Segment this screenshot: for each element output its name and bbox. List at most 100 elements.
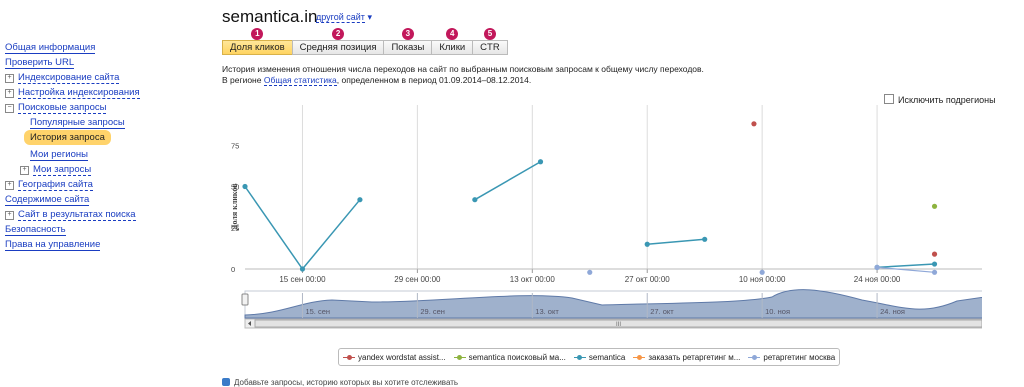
collapse-icon[interactable]: − bbox=[5, 104, 14, 113]
sidebar-item-label[interactable]: Популярные запросы bbox=[30, 117, 125, 129]
navigator-tick-label: 27. окт bbox=[650, 307, 674, 316]
sidebar-item[interactable]: Общая информация bbox=[5, 40, 96, 54]
sidebar-item[interactable]: + Индексирование сайта bbox=[5, 70, 120, 84]
sidebar-item-label[interactable]: География сайта bbox=[18, 179, 93, 191]
footer-note: Добавьте запросы, историю которых вы хот… bbox=[222, 378, 458, 387]
tab-badge: 2 bbox=[332, 28, 345, 40]
sidebar-item[interactable]: Содержимое сайта bbox=[5, 192, 90, 206]
sidebar-item[interactable]: История запроса bbox=[24, 130, 111, 145]
tab-label: CTR bbox=[480, 42, 500, 53]
data-point[interactable] bbox=[931, 261, 938, 267]
sidebar-item-label[interactable]: Безопасность bbox=[5, 224, 66, 236]
legend-label: semantica bbox=[588, 352, 626, 362]
sidebar-item-label[interactable]: Настройка индексирования bbox=[18, 87, 140, 99]
navigator-handle[interactable] bbox=[241, 293, 249, 306]
sidebar-item[interactable]: + Мои запросы bbox=[20, 162, 92, 176]
data-point[interactable] bbox=[751, 121, 757, 127]
data-point[interactable] bbox=[644, 241, 650, 247]
data-point[interactable] bbox=[357, 197, 363, 203]
sidebar-item-label[interactable]: Проверить URL bbox=[5, 57, 75, 69]
sidebar-item[interactable]: − Поисковые запросы bbox=[5, 100, 107, 114]
expand-icon[interactable]: + bbox=[5, 181, 14, 190]
expand-icon[interactable]: + bbox=[5, 74, 14, 83]
chevron-down-icon: ▾ bbox=[367, 12, 372, 22]
expand-icon[interactable]: + bbox=[5, 89, 14, 98]
tab-3[interactable]: 3 Показы bbox=[383, 28, 433, 55]
legend-item[interactable]: semantica поисковый ма... bbox=[453, 353, 566, 362]
data-point[interactable] bbox=[537, 159, 544, 165]
expand-icon[interactable]: + bbox=[5, 211, 14, 220]
other-site-label[interactable]: другой сайт bbox=[316, 12, 365, 23]
sidebar-item-label[interactable]: Сайт в результатах поиска bbox=[18, 209, 136, 221]
description-suffix: , определенном в период 01.09.2014–08.12… bbox=[336, 75, 532, 85]
data-point[interactable] bbox=[874, 264, 880, 270]
sidebar-item-label[interactable]: История запроса bbox=[24, 130, 111, 145]
x-tick-label: 24 ноя 00:00 bbox=[854, 275, 901, 284]
sidebar-item[interactable]: Мои регионы bbox=[30, 147, 88, 161]
tab-label: Показы bbox=[391, 42, 425, 53]
sidebar-item-label[interactable]: Мои запросы bbox=[33, 164, 92, 176]
site-title: semantica.in bbox=[222, 7, 318, 26]
sidebar-item-label[interactable]: Индексирование сайта bbox=[18, 72, 120, 84]
tab-label: Клики bbox=[439, 42, 466, 53]
chart-legend: yandex wordstat assist... semantica поиск… bbox=[338, 348, 841, 366]
tab-label: Доля кликов bbox=[230, 42, 285, 53]
tab-5[interactable]: 5 CTR bbox=[472, 28, 508, 55]
x-tick-label: 13 окт 00:00 bbox=[510, 275, 556, 284]
legend-item[interactable]: заказать ретаргетинг м... bbox=[633, 353, 740, 362]
exclude-subregions-checkbox[interactable]: Исключить подрегионы bbox=[884, 94, 996, 105]
y-axis-label: Доля кликов bbox=[230, 183, 239, 230]
legend-swatch-icon bbox=[748, 353, 761, 361]
checkbox-icon[interactable] bbox=[884, 94, 894, 104]
data-point[interactable] bbox=[931, 251, 938, 257]
legend-swatch-icon bbox=[453, 353, 466, 361]
sidebar-item[interactable]: Проверить URL bbox=[5, 55, 75, 69]
sidebar-item[interactable]: + География сайта bbox=[5, 177, 93, 191]
tab-badge: 1 bbox=[251, 28, 264, 40]
series-line bbox=[647, 238, 705, 245]
metric-tabs: 1 Доля кликов 2 Средняя позиция 3 Показы 4 Клик… bbox=[222, 28, 508, 55]
x-tick-label: 15 сен 00:00 bbox=[279, 275, 326, 284]
sidebar-item-label[interactable]: Содержимое сайта bbox=[5, 194, 90, 206]
scroll-grip-icon: III bbox=[616, 322, 621, 328]
tab-4[interactable]: 4 Клики bbox=[431, 28, 474, 55]
region-link[interactable]: Общая статистика bbox=[263, 75, 337, 86]
legend-label: yandex wordstat assist... bbox=[358, 352, 446, 362]
series-line bbox=[474, 161, 541, 201]
tab-1[interactable]: 1 Доля кликов bbox=[222, 28, 293, 55]
data-point[interactable] bbox=[587, 269, 593, 275]
navigator-tick-label: 10. ноя bbox=[765, 307, 790, 316]
expand-icon[interactable]: + bbox=[20, 166, 29, 175]
sidebar-item[interactable]: Безопасность bbox=[5, 222, 66, 236]
footer-note-text: Добавьте запросы, историю которых вы хот… bbox=[234, 378, 459, 387]
legend-item[interactable]: semantica bbox=[573, 352, 626, 362]
tab-label: Средняя позиция bbox=[299, 42, 377, 53]
other-site-dropdown[interactable]: другой сайт ▾ bbox=[316, 12, 372, 23]
sidebar-item[interactable]: + Настройка индексирования bbox=[5, 85, 140, 99]
description-line-1: История изменения отношения числа перехо… bbox=[222, 64, 704, 74]
legend-item[interactable]: ретаргетинг москва bbox=[748, 353, 835, 362]
data-point[interactable] bbox=[472, 197, 478, 203]
legend-item[interactable]: yandex wordstat assist... bbox=[343, 353, 446, 362]
legend-swatch-icon bbox=[573, 353, 586, 361]
sidebar-item-label[interactable]: Права на управление bbox=[5, 239, 101, 251]
tab-2[interactable]: 2 Средняя позиция bbox=[291, 28, 385, 55]
sidebar-item[interactable]: + Сайт в результатах поиска bbox=[5, 207, 136, 221]
tab-badge: 4 bbox=[446, 28, 459, 40]
sidebar-item-label[interactable]: Поисковые запросы bbox=[18, 102, 107, 114]
data-point[interactable] bbox=[299, 266, 306, 272]
sidebar-item-label[interactable]: Мои регионы bbox=[30, 149, 88, 161]
data-point[interactable] bbox=[931, 269, 938, 275]
y-tick-label: 75 bbox=[231, 141, 239, 150]
sidebar-item-label[interactable]: Общая информация bbox=[5, 42, 96, 54]
x-tick-label: 29 сен 00:00 bbox=[394, 275, 441, 284]
sidebar-item[interactable]: Популярные запросы bbox=[30, 115, 125, 129]
data-point[interactable] bbox=[931, 203, 938, 209]
legend-label: ретаргетинг москва bbox=[763, 352, 836, 362]
data-point[interactable] bbox=[759, 269, 765, 275]
sidebar-item[interactable]: Права на управление bbox=[5, 237, 101, 251]
data-point[interactable] bbox=[242, 183, 248, 190]
navigator-tick-label: 29. сен bbox=[420, 307, 445, 316]
legend-swatch-icon bbox=[633, 353, 646, 361]
data-point[interactable] bbox=[702, 236, 708, 242]
